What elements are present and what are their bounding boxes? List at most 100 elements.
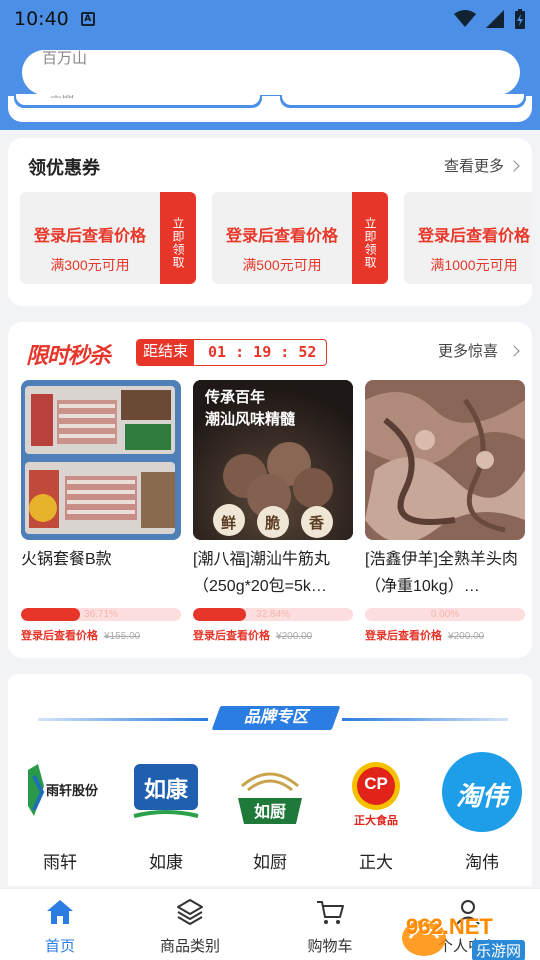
badge-fragrant: 香 <box>309 514 325 532</box>
countdown-label: 距结束 <box>137 340 195 365</box>
notification-icon: A <box>80 12 95 26</box>
brand-logo: 淘伟 <box>442 752 522 832</box>
coupon-body: 登录后查看价格 满500元可用 <box>212 192 352 284</box>
coupon-card[interactable]: 登录后查看价格 满300元可用 立即领取 <box>20 192 196 284</box>
brand-item[interactable]: 如厨 如厨 <box>220 752 320 872</box>
coupon-claim-button[interactable]: 立即领取 <box>347 192 388 284</box>
brand-section: 品牌专区 雨轩股份 雨轩 如康 如康 如厨 如厨 CP 正大食品 正大 淘伟 淘… <box>8 674 532 886</box>
brand-logo: 如康 <box>130 756 202 828</box>
sale-progress-bar: 32.84% <box>193 608 353 621</box>
product-name: [潮八福]潮汕牛筋丸（250g*20包=5k… <box>193 551 330 595</box>
nav-home-label: 首页 <box>44 938 75 955</box>
sale-progress-text: 0.00% <box>430 609 460 620</box>
battery-icon <box>515 9 525 29</box>
status-icons <box>454 9 526 29</box>
product-card[interactable]: 火锅套餐B款 36.71% 登录后查看价格 ¥155.00 <box>21 380 181 650</box>
status-bar: 10:40 A <box>0 0 540 38</box>
product-card[interactable]: [浩鑫伊羊]全熟羊头肉（净重10kg）… 0.00% 登录后查看价格 ¥200.… <box>365 380 525 650</box>
coupon-title: 登录后查看价格 <box>417 228 530 245</box>
category-pill-right[interactable] <box>280 94 526 108</box>
badge-fresh: 鲜 <box>221 514 237 532</box>
product-image <box>21 380 181 540</box>
product-image <box>365 380 525 540</box>
product-price-row: 登录后查看价格 ¥200.00 <box>193 627 353 643</box>
brand-logo-text: CP <box>364 774 388 793</box>
brand-logo: 雨轩股份 <box>24 756 99 828</box>
flash-sale-more-label: 更多惊喜 <box>437 343 498 360</box>
product-name: 火锅套餐B款 <box>21 551 112 568</box>
flash-sale-more-link[interactable]: 更多惊喜 <box>437 340 520 361</box>
coupon-condition: 满1000元可用 <box>430 257 518 273</box>
brand-item[interactable]: 淘伟 淘伟 <box>432 752 532 872</box>
brand-logo-text: 如厨 <box>253 802 286 821</box>
brand-name: 淘伟 <box>465 853 499 872</box>
divider <box>38 718 208 721</box>
divider <box>342 718 508 721</box>
home-icon <box>47 900 73 924</box>
sale-progress-text: 32.84% <box>256 609 290 620</box>
coupon-more-link[interactable]: 查看更多 <box>443 155 520 176</box>
product-image: 传承百年 潮汕风味精髓 鲜 脆 香 <box>193 380 353 540</box>
price-login-hint: 登录后查看价格 <box>21 630 98 642</box>
sale-progress-bar: 0.00% <box>365 608 525 621</box>
flash-sale-logo: 限时秒杀 <box>26 343 111 368</box>
coupon-more-label: 查看更多 <box>443 158 504 175</box>
coupon-title: 登录后查看价格 <box>225 228 338 245</box>
brand-section-header: 品牌专区 <box>38 706 508 730</box>
nav-categories[interactable]: 商品类别 <box>130 889 250 960</box>
search-bar[interactable]: 百万山 <box>22 50 520 95</box>
original-price: ¥200.00 <box>276 631 313 642</box>
brand-list: 雨轩股份 雨轩 如康 如康 如厨 如厨 CP 正大食品 正大 淘伟 淘伟 <box>8 752 532 872</box>
wifi-icon <box>454 10 476 27</box>
flash-sale-section: 限时秒杀 距结束 01 : 19 : 52 更多惊喜 火锅套餐B款 36.71%… <box>8 322 532 658</box>
search-text: 百万山 <box>42 50 88 67</box>
product-card[interactable]: 传承百年 潮汕风味精髓 鲜 脆 香 [潮八福]潮汕牛筋丸（250g*20包=5k… <box>193 380 353 650</box>
site-watermark: 962.NET 乐游网 <box>400 908 540 960</box>
brand-name: 如厨 <box>253 853 287 872</box>
countdown-timer: 距结束 01 : 19 : 52 <box>136 339 328 366</box>
image-caption: 潮汕风味精髓 <box>205 411 296 428</box>
flash-product-list: 火锅套餐B款 36.71% 登录后查看价格 ¥155.00 传承百年 潮汕风味精… <box>21 380 532 650</box>
category-strip: 王品 <box>8 86 532 122</box>
original-price: ¥155.00 <box>104 631 141 642</box>
lamb-head-meat-image <box>365 380 525 540</box>
brand-logo-text: 淘伟 <box>455 782 508 812</box>
product-name: [浩鑫伊羊]全熟羊头肉（净重10kg）… <box>365 551 518 595</box>
brand-item[interactable]: CP 正大食品 正大 <box>326 752 426 872</box>
brand-logo-text: 雨轩股份 <box>46 784 99 799</box>
signal-icon <box>486 10 504 28</box>
coupon-claim-button[interactable]: 立即领取 <box>155 192 196 284</box>
product-price-row: 登录后查看价格 ¥200.00 <box>365 627 525 643</box>
coupon-card[interactable]: 登录后查看价格 满1000元可用 <box>404 192 532 284</box>
layers-icon <box>177 899 203 925</box>
brand-item[interactable]: 雨轩股份 雨轩 <box>10 752 110 872</box>
nav-home[interactable]: 首页 <box>0 889 120 960</box>
brand-name: 正大 <box>359 853 393 872</box>
coupon-section: 领优惠券 查看更多 登录后查看价格 满300元可用 立即领取 登录后查看价格 满… <box>8 138 532 306</box>
nav-cart-label: 购物车 <box>307 938 353 955</box>
sale-progress-text: 36.71% <box>84 609 118 620</box>
price-login-hint: 登录后查看价格 <box>193 630 270 642</box>
badge-crisp: 脆 <box>265 514 281 532</box>
original-price: ¥200.00 <box>448 631 485 642</box>
coupon-card[interactable]: 登录后查看价格 满500元可用 立即领取 <box>212 192 388 284</box>
cart-icon <box>317 901 344 924</box>
coupon-list: 登录后查看价格 满300元可用 立即领取 登录后查看价格 满500元可用 立即领… <box>20 192 532 284</box>
coupon-title: 登录后查看价格 <box>33 228 146 245</box>
watermark-text: 962.NET <box>406 914 493 939</box>
brand-name: 如康 <box>149 853 183 872</box>
countdown-time: 01 : 19 : 52 <box>208 343 317 361</box>
watermark-subtext: 乐游网 <box>472 940 526 960</box>
brand-name: 雨轩 <box>43 853 77 872</box>
brand-item[interactable]: 如康 如康 <box>116 752 216 872</box>
coupon-body: 登录后查看价格 满300元可用 <box>20 192 160 284</box>
coupon-condition: 满500元可用 <box>242 257 322 273</box>
image-caption: 传承百年 <box>205 389 266 406</box>
sale-progress-bar: 36.71% <box>21 608 181 621</box>
price-login-hint: 登录后查看价格 <box>365 630 442 642</box>
brand-logo: CP 正大食品 <box>340 756 412 828</box>
brand-logo-text: 如康 <box>143 778 188 803</box>
chevron-right-icon <box>508 159 520 172</box>
nav-cart[interactable]: 购物车 <box>270 889 390 960</box>
brand-logo-subtext: 正大食品 <box>354 814 398 827</box>
